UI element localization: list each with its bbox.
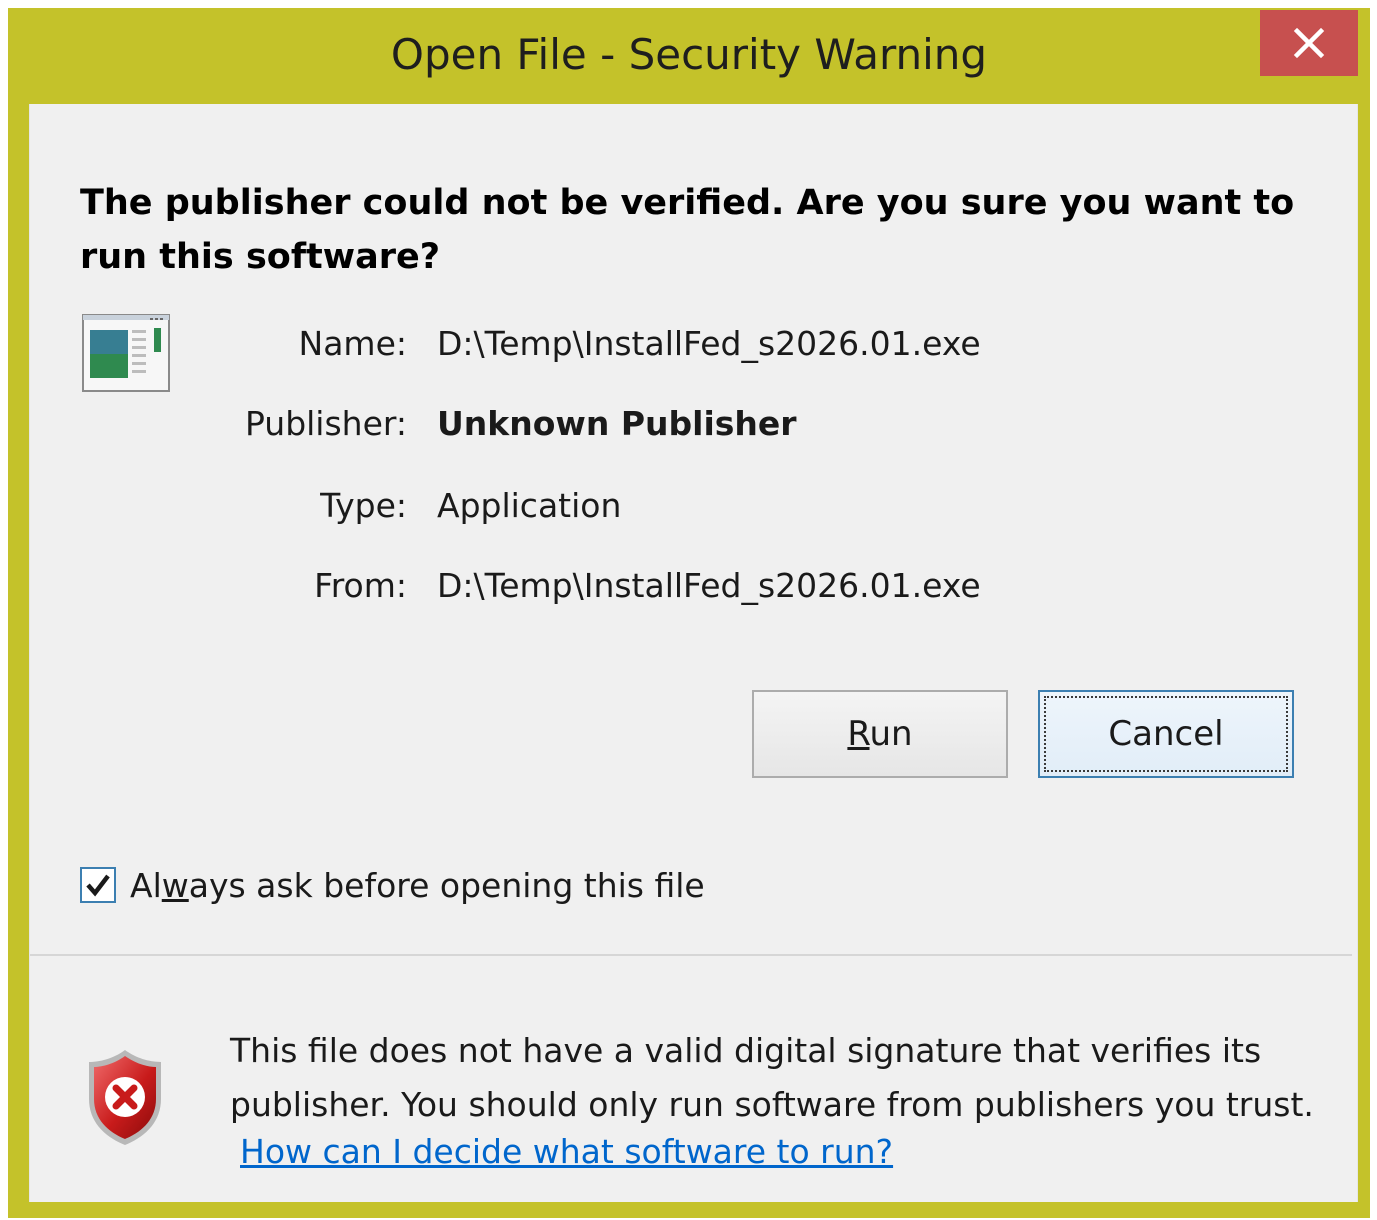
separator xyxy=(30,954,1352,956)
publisher-value: Unknown Publisher xyxy=(437,404,797,443)
from-value: D:\Temp\InstallFed_s2026.01.exe xyxy=(437,566,981,605)
checkmark-icon xyxy=(86,874,110,897)
focus-rectangle xyxy=(1044,696,1288,772)
run-button[interactable]: Run xyxy=(752,690,1008,778)
window-title: Open File - Security Warning xyxy=(390,30,988,79)
always-ask-checkbox[interactable] xyxy=(80,867,116,903)
run-button-label: Run xyxy=(847,714,913,754)
name-value: D:\Temp\InstallFed_s2026.01.exe xyxy=(437,324,981,363)
type-label: Type: xyxy=(320,486,407,525)
always-ask-label[interactable]: Always ask before opening this file xyxy=(130,866,705,905)
title-bar[interactable]: Open File - Security Warning xyxy=(8,8,1370,104)
dialog-content: The publisher could not be verified. Are… xyxy=(29,104,1358,1202)
name-label: Name: xyxy=(298,324,407,363)
help-link[interactable]: How can I decide what software to run? xyxy=(240,1132,893,1171)
type-value: Application xyxy=(437,486,622,525)
close-button[interactable] xyxy=(1260,10,1358,76)
security-warning-window: Open File - Security Warning The publish… xyxy=(8,8,1370,1218)
cancel-button[interactable]: Cancel xyxy=(1038,690,1294,778)
always-ask-option[interactable]: Always ask before opening this file xyxy=(80,862,705,908)
warning-text: This file does not have a valid digital … xyxy=(230,1031,1314,1124)
close-icon xyxy=(1293,27,1325,59)
application-file-icon xyxy=(82,314,170,392)
security-shield-error-icon xyxy=(89,1050,161,1145)
publisher-label: Publisher: xyxy=(244,404,407,443)
from-label: From: xyxy=(314,566,407,605)
headline: The publisher could not be verified. Are… xyxy=(80,183,1295,277)
